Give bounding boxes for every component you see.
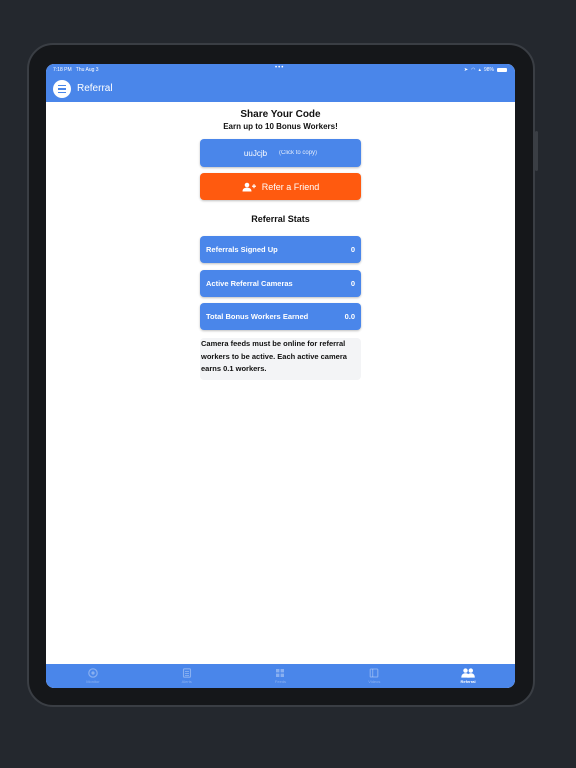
menu-icon (58, 85, 66, 87)
status-bar: 7:18 PM Thu Aug 3 ••• ➤ ◠ ▴ 98% (46, 64, 515, 76)
refer-friend-button[interactable]: Refer a Friend (200, 173, 361, 200)
stat-value: 0 (350, 279, 355, 288)
status-icons: ➤ ◠ ▴ 98% (464, 67, 507, 73)
tab-label: Videos (368, 679, 381, 684)
people-icon (461, 668, 475, 678)
wifi-icon: ◠ (471, 67, 476, 73)
app-screen: 7:18 PM Thu Aug 3 ••• ➤ ◠ ▴ 98% Referral… (46, 64, 515, 688)
copy-hint: (Click to copy) (279, 150, 318, 156)
camera-icon (88, 668, 98, 678)
tab-label: Referral (460, 679, 476, 684)
refer-friend-label: Refer a Friend (261, 181, 320, 192)
tab-label: Alerts (181, 679, 192, 684)
side-button (535, 131, 538, 171)
multitask-dots[interactable]: ••• (275, 65, 284, 71)
tab-monitor[interactable]: Monitor (46, 664, 140, 688)
menu-button[interactable] (53, 80, 71, 98)
menu-icon-line (58, 88, 66, 90)
tab-referral[interactable]: Referral (421, 664, 515, 688)
status-time: 7:18 PM Thu Aug 3 (53, 67, 99, 73)
stat-referrals-signed-up: Referrals Signed Up 0 (200, 236, 361, 263)
page-title: Referral (77, 83, 113, 94)
stat-active-referral-cameras: Active Referral Cameras 0 (200, 270, 361, 297)
stat-total-bonus-workers: Total Bonus Workers Earned 0.0 (200, 303, 361, 330)
share-subheading: Earn up to 10 Bonus Workers! (223, 122, 338, 131)
tab-videos[interactable]: Videos (327, 664, 421, 688)
battery-icon (497, 68, 507, 72)
tab-alerts[interactable]: Alerts (140, 664, 234, 688)
stat-label: Referrals Signed Up (206, 245, 278, 254)
stat-label: Total Bonus Workers Earned (206, 312, 309, 321)
referral-code: uuJcjb (243, 148, 268, 158)
grid-icon (276, 669, 285, 677)
lock-icon: ▴ (478, 67, 481, 73)
stat-label: Active Referral Cameras (206, 279, 293, 288)
stats-heading: Referral Stats (251, 214, 310, 224)
copy-code-button[interactable]: uuJcjb (Click to copy) (200, 139, 361, 167)
battery-text: 98% (483, 67, 494, 73)
book-icon (369, 668, 379, 678)
stat-value: 0 (350, 245, 355, 254)
document-icon (182, 668, 191, 678)
add-user-icon (242, 182, 256, 191)
bottom-tab-bar: Monitor Alerts Feeds Videos Referral (46, 664, 515, 688)
tab-feeds[interactable]: Feeds (234, 664, 328, 688)
tab-label: Feeds (274, 679, 287, 684)
stat-value: 0.0 (344, 312, 355, 321)
menu-icon-line (58, 91, 66, 93)
app-bar: Referral (46, 76, 515, 102)
location-icon: ➤ (463, 67, 469, 73)
tab-label: Monitor (86, 679, 100, 684)
share-heading: Share Your Code (240, 109, 321, 120)
info-note: Camera feeds must be online for referral… (200, 338, 361, 380)
